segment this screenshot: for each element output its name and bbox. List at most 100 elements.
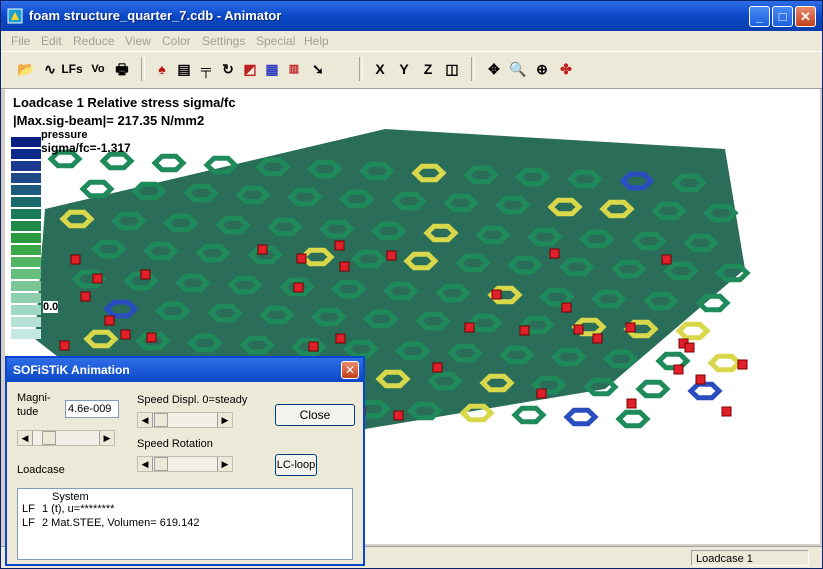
list-item[interactable]: 2 Mat.STEE, Volumen= 619.142 (42, 517, 199, 529)
lf-button[interactable]: LFs (61, 58, 83, 80)
support-node (296, 253, 307, 264)
legend-swatch (11, 161, 41, 171)
scroll-left-icon[interactable]: ◀ (138, 457, 153, 471)
colormap-icon[interactable]: ▦ (261, 58, 283, 80)
main-window: foam structure_quarter_7.cdb - Animator … (0, 0, 823, 569)
magnitude-label-1: Magni- (17, 392, 51, 404)
legend-swatch (11, 209, 41, 219)
support-node (293, 282, 304, 293)
support-node (339, 261, 350, 272)
list-item-type[interactable]: LF (22, 503, 35, 515)
loadcase-list[interactable]: System LF 1 (t), u=******** LF 2 Mat.STE… (17, 488, 353, 560)
color-legend (11, 137, 41, 341)
toolbar-separator (359, 57, 363, 81)
pan-icon[interactable]: ✥ (483, 58, 505, 80)
legend-swatch (11, 281, 41, 291)
menu-help[interactable]: Help (304, 34, 329, 48)
toolbar: 📂 ∿ LFs Vo 🖶 ♠ ▤ ╤ ↻ ◩ ▦ ▥ ➘ X Y Z ◫ ✥ 🔍… (1, 51, 822, 89)
support-node (592, 333, 603, 344)
support-node (120, 329, 131, 340)
dialog-close-icon[interactable]: ✕ (341, 361, 359, 379)
loadcase-heading: Loadcase 1 Relative stress sigma/fc (13, 95, 236, 110)
menu-file[interactable]: File (11, 34, 30, 48)
menu-edit[interactable]: Edit (41, 34, 62, 48)
minimize-button[interactable]: _ (749, 6, 770, 27)
foam-cell (687, 381, 723, 401)
magnitude-input[interactable]: 4.6e-009 (65, 400, 119, 418)
lc-loop-button[interactable]: LC-loop (275, 454, 317, 476)
magnitude-slider[interactable]: ◀ ▶ (17, 430, 115, 446)
box-view-icon[interactable]: ◫ (441, 58, 463, 80)
zoom-fit-icon[interactable]: ✤ (555, 58, 577, 80)
scroll-right-icon[interactable]: ▶ (217, 457, 232, 471)
legend-swatch (11, 269, 41, 279)
curve-icon[interactable]: ∿ (39, 58, 61, 80)
support-node (536, 388, 547, 399)
rotate-icon[interactable]: ↻ (217, 58, 239, 80)
shape-icon[interactable]: ♠ (151, 58, 173, 80)
title-bar[interactable]: foam structure_quarter_7.cdb - Animator … (1, 1, 822, 31)
scroll-thumb[interactable] (154, 457, 168, 471)
legend-swatch (11, 197, 41, 207)
arrow-icon[interactable]: ➘ (307, 58, 329, 80)
support-node (432, 362, 443, 373)
scroll-right-icon[interactable]: ▶ (99, 431, 114, 445)
menu-special[interactable]: Special (256, 34, 295, 48)
scroll-left-icon[interactable]: ◀ (18, 431, 33, 445)
menu-settings[interactable]: Settings (202, 34, 245, 48)
support-node (464, 322, 475, 333)
zoom-window-icon[interactable]: ⊕ (531, 58, 553, 80)
scroll-thumb[interactable] (154, 413, 168, 427)
legend-swatch (11, 185, 41, 195)
speed-rotation-label: Speed Rotation (137, 438, 213, 450)
legend-title: pressure (41, 129, 88, 141)
support-node (146, 332, 157, 343)
toolbar-separator (141, 57, 145, 81)
view-y-button[interactable]: Y (393, 58, 415, 80)
vo-button[interactable]: Vo (87, 58, 109, 80)
legend-icon[interactable]: ▥ (283, 58, 305, 80)
open-folder-icon[interactable]: 📂 (15, 58, 37, 80)
legend-swatch (11, 245, 41, 255)
support-node (140, 269, 151, 280)
beam-icon[interactable]: ╤ (195, 58, 217, 80)
legend-swatch (11, 305, 41, 315)
print-icon[interactable]: 🖶 (111, 58, 133, 80)
close-button[interactable]: ✕ (795, 6, 816, 27)
scroll-right-icon[interactable]: ▶ (217, 413, 232, 427)
speed-rotation-slider[interactable]: ◀ ▶ (137, 456, 233, 472)
foam-cell (563, 407, 599, 427)
close-dialog-button[interactable]: Close (275, 404, 355, 426)
list-item-type[interactable]: LF (22, 517, 35, 529)
maximize-button[interactable]: □ (772, 6, 793, 27)
zoom-icon[interactable]: 🔍 (507, 58, 529, 80)
legend-swatch (11, 137, 41, 147)
support-node (661, 254, 672, 265)
scroll-left-icon[interactable]: ◀ (138, 413, 153, 427)
support-node (334, 240, 345, 251)
scroll-thumb[interactable] (42, 431, 56, 445)
magnitude-label-2: tude (17, 406, 39, 418)
list-item[interactable]: 1 (t), u=******** (42, 503, 114, 515)
support-node (721, 406, 732, 417)
view-z-button[interactable]: Z (417, 58, 439, 80)
surface-icon[interactable]: ◩ (239, 58, 261, 80)
section-icon[interactable]: ▤ (173, 58, 195, 80)
speed-displ-label: Speed Displ. 0=steady (137, 394, 248, 406)
list-header: System (52, 491, 89, 503)
menu-color[interactable]: Color (162, 34, 191, 48)
support-node (737, 359, 748, 370)
support-node (308, 341, 319, 352)
speed-displ-slider[interactable]: ◀ ▶ (137, 412, 233, 428)
menu-reduce[interactable]: Reduce (73, 34, 114, 48)
legend-zero-tick: 0.0 (43, 301, 59, 313)
support-node (626, 398, 637, 409)
support-node (519, 325, 530, 336)
support-node (70, 254, 81, 265)
menu-view[interactable]: View (125, 34, 151, 48)
view-x-button[interactable]: X (369, 58, 391, 80)
foam-cell (79, 179, 115, 199)
dialog-title[interactable]: SOFiSTiK Animation (7, 358, 363, 382)
foam-cell (99, 151, 135, 171)
support-node (695, 374, 706, 385)
